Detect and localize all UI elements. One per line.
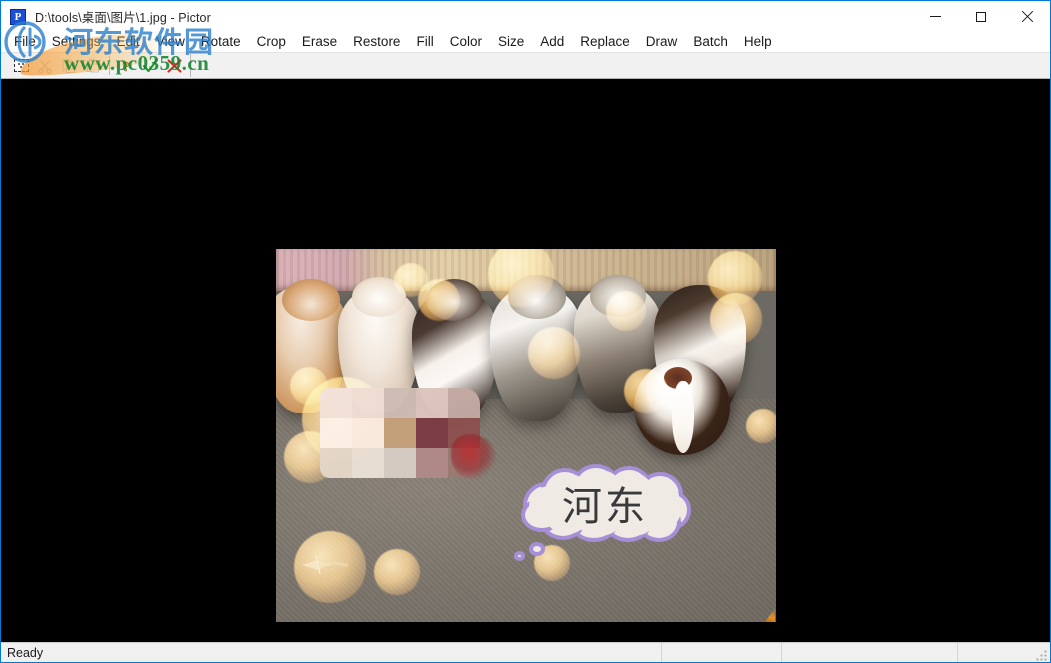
- bubble-tail-small: [514, 551, 525, 561]
- bubble-tail-large: [529, 542, 545, 556]
- menu-edit[interactable]: Edit: [109, 32, 148, 52]
- maximize-icon: [976, 11, 986, 22]
- mosaic-cell: [384, 418, 416, 448]
- status-bar: Ready: [1, 642, 1050, 662]
- bokeh-4: [606, 291, 646, 331]
- status-panel-1: [661, 642, 781, 662]
- image-canvas[interactable]: 河东: [1, 79, 1050, 642]
- toolbar-end-separator: [190, 54, 191, 77]
- mosaic-cell: [352, 388, 384, 418]
- menu-restore[interactable]: Restore: [345, 32, 408, 52]
- apply-button[interactable]: [138, 54, 162, 77]
- menu-settings[interactable]: Settings: [44, 32, 109, 52]
- bokeh-15: [394, 263, 428, 297]
- status-panel-2: [781, 642, 957, 662]
- copy-icon: [62, 59, 75, 73]
- bokeh-6: [528, 327, 580, 379]
- resize-grip-icon[interactable]: [1036, 648, 1048, 661]
- bokeh-7: [624, 369, 668, 413]
- mosaic-cell: [320, 448, 352, 478]
- mosaic-cell: [448, 388, 480, 418]
- menu-replace[interactable]: Replace: [572, 32, 638, 52]
- toolbar-separator: [109, 56, 110, 75]
- bokeh-5: [710, 293, 762, 345]
- menu-crop[interactable]: Crop: [249, 32, 294, 52]
- thought-bubble: 河东: [519, 464, 691, 542]
- pictor-window: P D:\tools\桌面\图片\1.jpg - Pictor File Set…: [0, 0, 1051, 663]
- check-icon: [142, 58, 158, 72]
- window-title: D:\tools\桌面\图片\1.jpg - Pictor: [35, 11, 211, 25]
- menu-view[interactable]: View: [148, 32, 193, 52]
- maximize-button[interactable]: [958, 1, 1004, 32]
- minimize-icon: [929, 16, 941, 17]
- paste-icon: [87, 58, 99, 72]
- help-button[interactable]: ?: [114, 54, 138, 77]
- puppy-bw-blaze: [672, 381, 694, 453]
- cancel-button[interactable]: [162, 54, 186, 77]
- menu-draw[interactable]: Draw: [638, 32, 686, 52]
- bokeh-14: [746, 409, 776, 443]
- window-controls: [912, 1, 1050, 32]
- mosaic-cell: [416, 448, 448, 478]
- app-icon: P: [10, 8, 26, 25]
- status-message: Ready: [7, 645, 44, 660]
- signature-mark: [298, 554, 352, 576]
- menu-erase[interactable]: Erase: [294, 32, 345, 52]
- close-button[interactable]: [1004, 1, 1050, 32]
- close-icon: [1021, 11, 1033, 23]
- mosaic-cell: [352, 418, 384, 448]
- question-mark-icon: ?: [122, 59, 130, 74]
- cut-button[interactable]: [33, 54, 57, 77]
- cross-icon: [166, 58, 182, 73]
- puppy-1-head: [282, 279, 340, 321]
- menu-fill[interactable]: Fill: [408, 32, 441, 52]
- bokeh-12: [374, 549, 420, 595]
- mosaic-cell: [416, 418, 448, 448]
- loaded-photo[interactable]: 河东: [276, 249, 776, 622]
- mosaic-cell: [320, 418, 352, 448]
- paste-button[interactable]: [81, 54, 105, 77]
- select-region-button[interactable]: [9, 54, 33, 77]
- menu-help[interactable]: Help: [736, 32, 780, 52]
- mosaic-cell: [352, 448, 384, 478]
- title-bar-left: P D:\tools\桌面\图片\1.jpg - Pictor: [1, 1, 211, 32]
- mosaic-cell: [384, 388, 416, 418]
- svg-text:?: ?: [123, 60, 130, 74]
- mosaic-cell: [320, 388, 352, 418]
- menu-add[interactable]: Add: [532, 32, 572, 52]
- mosaic-cell: [384, 448, 416, 478]
- title-bar: P D:\tools\桌面\图片\1.jpg - Pictor: [1, 1, 1050, 32]
- bubble-text: 河东: [562, 484, 648, 530]
- toolbar: ?: [1, 52, 1050, 79]
- scissors-icon: [38, 60, 52, 74]
- menu-color[interactable]: Color: [442, 32, 490, 52]
- menu-batch[interactable]: Batch: [685, 32, 736, 52]
- menu-rotate[interactable]: Rotate: [193, 32, 249, 52]
- marquee-icon: [13, 59, 29, 72]
- minimize-button[interactable]: [912, 1, 958, 32]
- menu-file[interactable]: File: [6, 32, 44, 52]
- butterfly-icon: [302, 555, 349, 575]
- status-panel-3: [957, 642, 1050, 662]
- copy-button[interactable]: [57, 54, 81, 77]
- menu-size[interactable]: Size: [490, 32, 532, 52]
- menu-bar: File Settings Edit View Rotate Crop Eras…: [1, 32, 1050, 52]
- mosaic-cell: [416, 388, 448, 418]
